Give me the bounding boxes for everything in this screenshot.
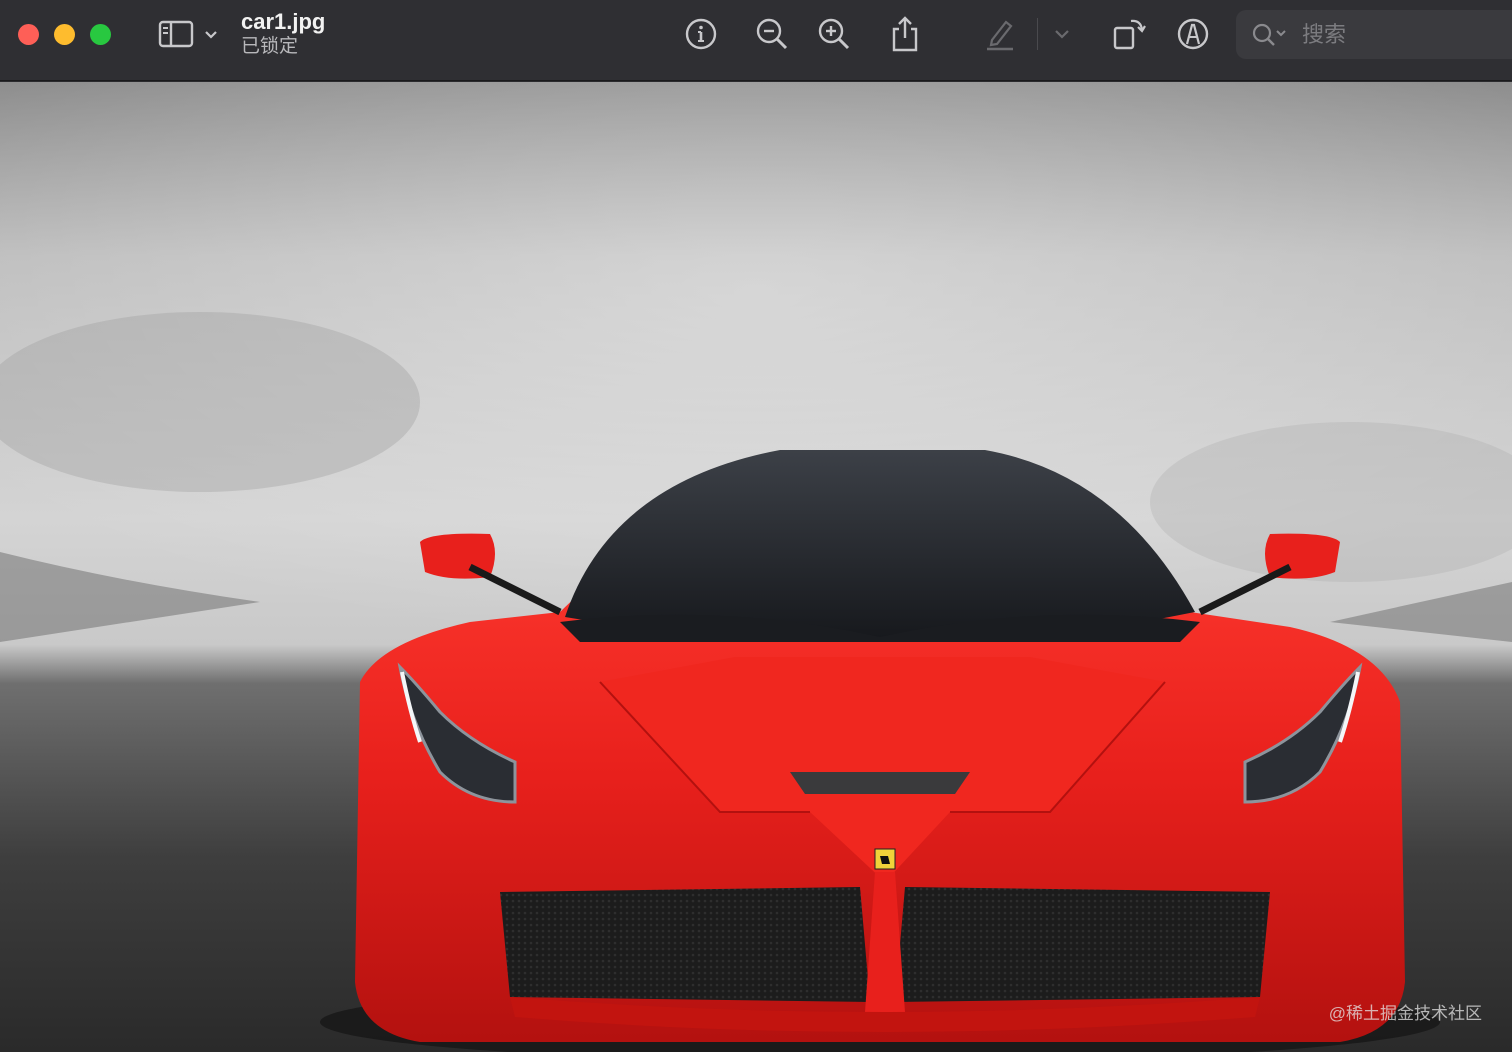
rotate-icon: [1113, 19, 1146, 50]
chevron-down-icon: [1055, 30, 1069, 39]
zoom-in-button[interactable]: [813, 12, 855, 56]
close-button[interactable]: [18, 24, 39, 45]
search-field[interactable]: [1236, 10, 1512, 59]
sidebar-icon: [158, 20, 217, 48]
toolbar-divider: [1037, 18, 1038, 50]
markup-icon: [1177, 18, 1209, 50]
zoom-out-button[interactable]: [751, 12, 793, 56]
document-title[interactable]: car1.jpg 已锁定: [241, 9, 325, 59]
highlight-menu-button[interactable]: [1047, 12, 1077, 56]
markup-button[interactable]: [1172, 12, 1214, 56]
info-icon: [685, 18, 717, 50]
rotate-button[interactable]: [1108, 12, 1150, 56]
file-name: car1.jpg: [241, 9, 326, 34]
watermark-text: @稀土掘金技术社区: [1328, 1004, 1482, 1023]
highlight-icon: [987, 20, 1013, 51]
share-button[interactable]: [884, 12, 926, 56]
sidebar-toggle-button[interactable]: [156, 12, 220, 56]
image-viewer: @稀土掘金技术社区: [0, 82, 1512, 1052]
zoom-in-icon: [818, 18, 850, 50]
minimize-button[interactable]: [54, 24, 75, 45]
info-button[interactable]: [680, 12, 722, 56]
search-icon: [1252, 23, 1286, 46]
lock-status: 已锁定: [241, 36, 299, 57]
window-titlebar: car1.jpg 已锁定: [0, 0, 1512, 81]
zoom-out-icon: [756, 18, 788, 50]
highlight-button[interactable]: [978, 12, 1022, 56]
zoom-window-button[interactable]: [90, 24, 111, 45]
car-photo: [0, 82, 1512, 1052]
share-icon: [892, 16, 918, 52]
search-input[interactable]: [1300, 20, 1484, 49]
